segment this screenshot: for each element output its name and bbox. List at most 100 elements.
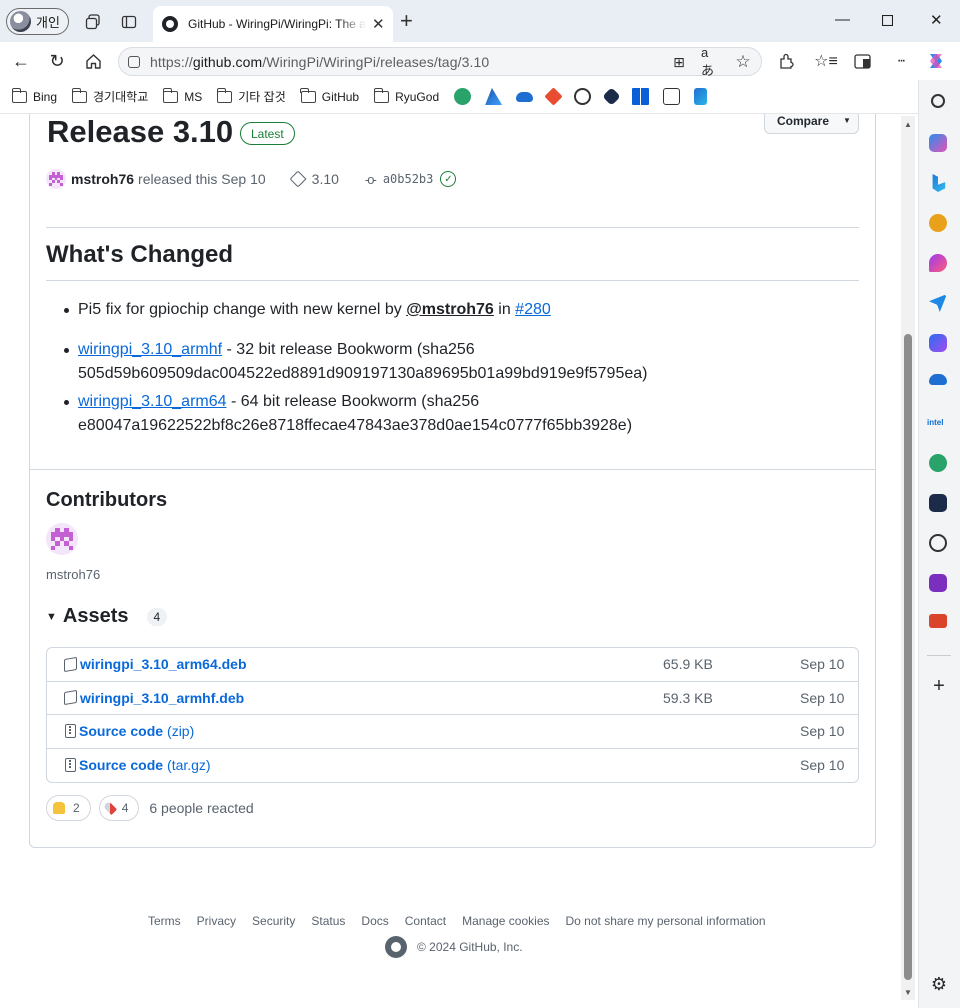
- asset-link[interactable]: wiringpi_3.10_arm64.deb: [80, 656, 247, 672]
- footer-link-status[interactable]: Status: [311, 914, 345, 928]
- asset-link[interactable]: wiringpi_3.10_armhf.deb: [80, 690, 244, 706]
- intel-icon[interactable]: intel: [927, 418, 943, 427]
- bullet-dot: [64, 348, 69, 353]
- bookmark-folder-misc[interactable]: 기타 잡것: [216, 87, 286, 105]
- pr-link[interactable]: #280: [515, 301, 551, 318]
- send-icon[interactable]: [929, 294, 947, 312]
- scroll-thumb[interactable]: [904, 334, 912, 980]
- source-code-link[interactable]: Source code: [79, 757, 163, 773]
- favorite-star-icon[interactable]: ☆: [733, 52, 753, 72]
- close-window-icon[interactable]: ✕: [930, 11, 943, 29]
- azure-icon[interactable]: [485, 88, 503, 105]
- footer-link-contact[interactable]: Contact: [405, 914, 446, 928]
- bookmark-folder-ryugod[interactable]: RyuGod: [373, 87, 439, 104]
- lock-icon[interactable]: [128, 55, 140, 68]
- tab-actions-icon[interactable]: [119, 12, 139, 32]
- workspaces-icon[interactable]: [83, 12, 103, 32]
- add-sidebar-icon[interactable]: +: [929, 675, 949, 697]
- package-icon: [64, 656, 77, 672]
- more-options-icon[interactable]: ···: [890, 51, 910, 71]
- footer-link-privacy[interactable]: Privacy: [197, 914, 236, 928]
- rewards-icon[interactable]: [929, 214, 947, 232]
- scroll-down-icon[interactable]: ▼: [904, 988, 912, 997]
- bookmark-folder-kyonggi[interactable]: 경기대학교: [71, 87, 148, 105]
- favorites-icon[interactable]: ☆≡: [814, 51, 838, 71]
- new-tab-icon[interactable]: +: [400, 10, 413, 32]
- thumbs-up-reaction[interactable]: 2: [46, 795, 91, 821]
- address-bar[interactable]: https://github.com/WiringPi/WiringPi/rel…: [118, 45, 762, 78]
- assets-toggle[interactable]: ▼ Assets 4: [46, 605, 168, 628]
- refresh-icon[interactable]: ↻: [47, 51, 67, 71]
- url-text: https://github.com/WiringPi/WiringPi/rel…: [150, 53, 490, 70]
- footer-link-cookies[interactable]: Manage cookies: [462, 914, 549, 928]
- scroll-up-icon[interactable]: ▲: [904, 120, 912, 129]
- app-available-icon[interactable]: ⊞: [669, 52, 689, 72]
- folder-icon: [373, 87, 390, 103]
- release-meta: mstroh76 released this Sep 10 3.10 -o- a…: [46, 169, 457, 189]
- bing-icon[interactable]: [932, 174, 946, 192]
- copilot-icon[interactable]: [926, 51, 946, 71]
- tab-close-icon[interactable]: ✕: [372, 15, 385, 33]
- arm64-link[interactable]: wiringpi_3.10_arm64: [78, 393, 227, 410]
- source-code-link[interactable]: Source code: [79, 723, 163, 739]
- bookmark-folder-bing[interactable]: Bing: [11, 87, 57, 104]
- github-copilot-icon[interactable]: [602, 87, 621, 106]
- armhf-link[interactable]: wiringpi_3.10_armhf: [78, 341, 222, 358]
- onedrive-sidebar-icon[interactable]: [929, 374, 947, 385]
- onedrive-icon[interactable]: [516, 91, 534, 102]
- commit-link[interactable]: a0b52b3: [383, 172, 434, 186]
- footer-link-terms[interactable]: Terms: [148, 914, 181, 928]
- bookmark-folder-github[interactable]: GitHub: [300, 87, 359, 104]
- source-code-format[interactable]: (zip): [167, 723, 194, 739]
- bookmark-folder-ms[interactable]: MS: [162, 87, 202, 104]
- github-logo-icon[interactable]: [385, 936, 407, 958]
- rocket-reaction[interactable]: 4: [98, 795, 140, 821]
- openai-sidebar-icon[interactable]: [929, 534, 947, 552]
- settings-gear-icon[interactable]: ⚙: [929, 974, 949, 994]
- windows-icon[interactable]: [632, 88, 650, 105]
- author-link[interactable]: mstroh76: [71, 171, 134, 187]
- asset-size: 65.9 KB: [663, 656, 713, 673]
- footer-copyright: © 2024 GitHub, Inc.: [385, 936, 523, 958]
- verified-check-icon[interactable]: ✓: [440, 171, 457, 187]
- profile-button[interactable]: 개인: [6, 8, 69, 35]
- contributor-name[interactable]: mstroh76: [46, 567, 100, 582]
- copilot-sidebar-icon[interactable]: [929, 134, 947, 152]
- asset-row: wiringpi_3.10_arm64.deb 65.9 KB Sep 10: [47, 648, 858, 682]
- author-avatar[interactable]: [46, 169, 66, 189]
- section-divider: [30, 469, 875, 470]
- contributor-avatar[interactable]: [46, 523, 78, 555]
- maximize-icon[interactable]: [881, 13, 894, 30]
- dev-tools-icon[interactable]: [694, 88, 708, 105]
- onenote-icon[interactable]: [929, 574, 947, 592]
- footer-link-docs[interactable]: Docs: [361, 914, 388, 928]
- chatgpt-sidebar-icon[interactable]: [929, 454, 947, 472]
- source-code-format[interactable]: (tar.gz): [167, 757, 211, 773]
- read-aloud-icon[interactable]: aあ: [701, 45, 721, 78]
- git-icon[interactable]: [544, 87, 563, 106]
- active-tab[interactable]: GitHub - WiringPi/WiringPi: The arguably…: [153, 6, 393, 42]
- tag-link[interactable]: 3.10: [312, 171, 339, 187]
- sidebar-divider: [927, 655, 951, 656]
- minimize-icon[interactable]: —: [835, 11, 850, 28]
- change-item-3: wiringpi_3.10_arm64 - 64 bit release Boo…: [78, 393, 633, 434]
- app-sidebar-icon[interactable]: [929, 494, 947, 512]
- back-icon[interactable]: ←: [11, 51, 31, 71]
- page-scrollbar[interactable]: ▲ ▼: [901, 116, 915, 1000]
- extensions-icon[interactable]: [776, 51, 796, 71]
- chatgpt-alt-icon[interactable]: [454, 88, 472, 105]
- openai-icon[interactable]: [574, 88, 592, 105]
- split-screen-icon[interactable]: [852, 51, 872, 71]
- home-icon[interactable]: [83, 51, 103, 71]
- toolbox-icon[interactable]: [929, 614, 947, 628]
- compare-button[interactable]: Compare ▼: [764, 114, 859, 134]
- designer-icon[interactable]: [929, 254, 947, 272]
- asset-size: 59.3 KB: [663, 689, 713, 706]
- wallet-icon[interactable]: [663, 88, 681, 105]
- asset-date: Sep 10: [800, 656, 845, 673]
- footer-link-do-not-share[interactable]: Do not share my personal information: [566, 914, 766, 928]
- footer-link-security[interactable]: Security: [252, 914, 295, 928]
- search-icon[interactable]: [931, 94, 945, 108]
- m365-icon[interactable]: [929, 334, 947, 352]
- mention-link[interactable]: @mstroh76: [406, 301, 494, 318]
